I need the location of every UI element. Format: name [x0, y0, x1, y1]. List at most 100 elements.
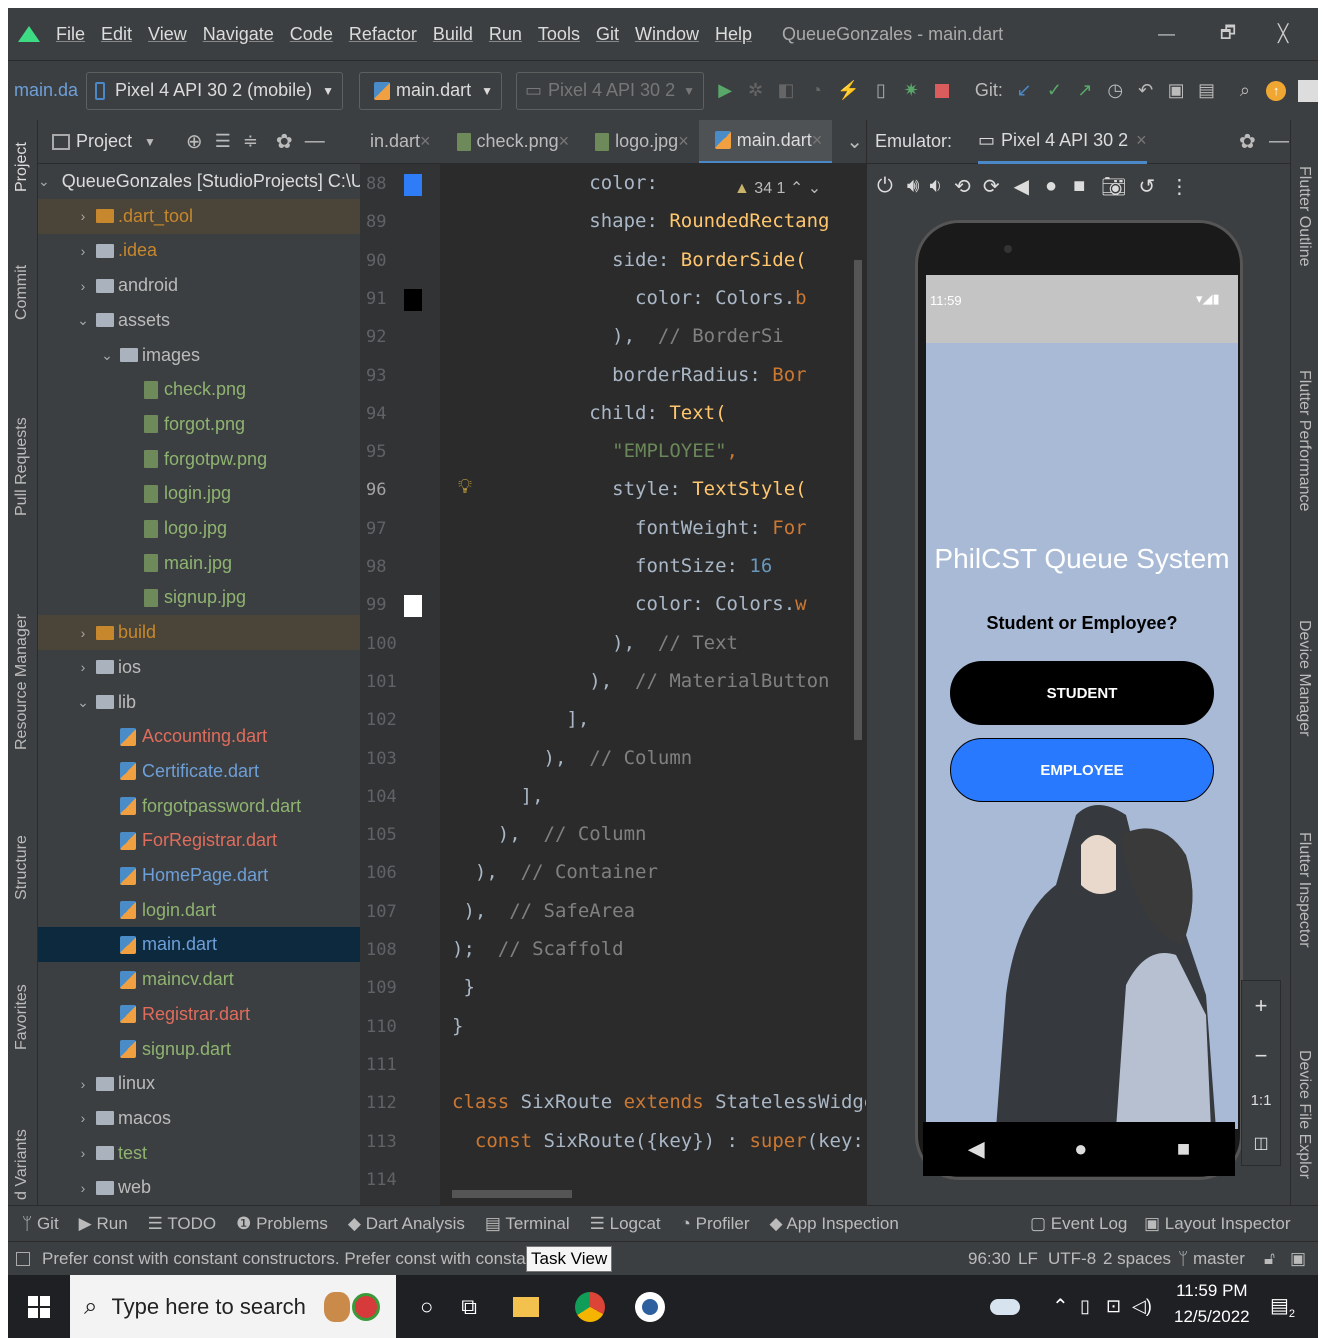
- overview-icon[interactable]: ■: [1073, 175, 1085, 198]
- tree-item[interactable]: › build: [38, 615, 360, 651]
- close-button[interactable]: ╳: [1278, 24, 1288, 44]
- code-line[interactable]: ); // Scaffold: [452, 938, 624, 960]
- tree-item[interactable]: main.dart: [38, 927, 360, 963]
- zoom-ratio[interactable]: 1:1: [1251, 1092, 1272, 1109]
- zoom-in-icon[interactable]: +: [1255, 993, 1268, 1019]
- code-line[interactable]: }: [452, 976, 474, 998]
- emulator-device-tab[interactable]: ▭ Pixel 4 API 30 2 ×: [978, 120, 1147, 164]
- tree-item[interactable]: ⌄ images: [38, 338, 360, 373]
- file-explorer-icon[interactable]: [513, 1296, 540, 1317]
- expand-arrow-icon[interactable]: ›: [76, 1110, 90, 1126]
- task-view-icon[interactable]: ⧉: [461, 1294, 477, 1320]
- more-icon[interactable]: ⋮: [1169, 174, 1189, 199]
- event-log-tab[interactable]: ▢ Event Log: [1030, 1214, 1127, 1234]
- fit-screen-icon[interactable]: ◫: [1253, 1133, 1268, 1153]
- caret-position[interactable]: 96:30: [968, 1249, 1011, 1269]
- menu-tools[interactable]: Tools: [538, 24, 580, 45]
- student-button[interactable]: STUDENT: [950, 661, 1214, 725]
- lightbulb-icon[interactable]: 💡︎: [458, 476, 472, 499]
- expand-all-icon[interactable]: ☰: [215, 131, 231, 152]
- volume-icon[interactable]: ◁): [1132, 1296, 1152, 1317]
- chrome-icon[interactable]: [575, 1291, 606, 1322]
- inspection-widget[interactable]: ▲ 34 1 ⌃ ⌄: [730, 176, 826, 200]
- git-update-icon[interactable]: ↙: [1015, 80, 1033, 102]
- tool-flutter-inspector[interactable]: Flutter Inspector: [1295, 832, 1313, 948]
- project-view-selector[interactable]: Project: [76, 131, 132, 152]
- menu-run[interactable]: Run: [489, 24, 522, 45]
- zoom-out-icon[interactable]: −: [1255, 1043, 1268, 1069]
- tree-item[interactable]: login.jpg: [38, 476, 360, 511]
- tray-expand-icon[interactable]: ⌃: [1052, 1294, 1069, 1319]
- code-line[interactable]: shape: RoundedRectang: [452, 210, 829, 232]
- tree-item[interactable]: Registrar.dart: [38, 997, 360, 1032]
- expand-arrow-icon[interactable]: ⌄: [38, 173, 50, 190]
- color-swatch-icon[interactable]: [404, 595, 422, 618]
- tree-item[interactable]: forgot.png: [38, 407, 360, 442]
- code-line[interactable]: const SixRoute({key}) : super(key: key): [452, 1130, 866, 1152]
- chevron-down-icon[interactable]: ▼: [144, 135, 156, 149]
- menu-code[interactable]: Code: [290, 24, 333, 45]
- tool-device-file-explorer[interactable]: Device File Explor: [1295, 1050, 1313, 1179]
- code-line[interactable]: ), // Column: [452, 747, 693, 769]
- gear-icon[interactable]: ✿: [1239, 129, 1256, 154]
- hide-icon[interactable]: —: [305, 130, 325, 153]
- tool-tab-problems[interactable]: ❶ Problems: [236, 1214, 328, 1234]
- code-line[interactable]: color: Colors.w: [452, 593, 807, 615]
- code-line[interactable]: fontSize: 16: [452, 555, 772, 577]
- tree-item[interactable]: › web: [38, 1170, 360, 1205]
- tool-commit[interactable]: Commit: [13, 265, 31, 320]
- coverage-icon[interactable]: ◧: [777, 80, 795, 102]
- volume-up-icon[interactable]: 🔊︎: [907, 175, 920, 198]
- debug-icon[interactable]: ✲: [746, 80, 764, 102]
- nav-home-icon[interactable]: ●: [1074, 1136, 1087, 1162]
- run-icon[interactable]: ▶: [716, 80, 734, 102]
- expand-arrow-icon[interactable]: ›: [76, 1076, 90, 1092]
- tree-item[interactable]: Accounting.dart: [38, 719, 360, 754]
- back-icon[interactable]: ◀: [1014, 174, 1029, 199]
- code-line[interactable]: ), // Text: [452, 632, 738, 654]
- menu-edit[interactable]: Edit: [101, 24, 132, 45]
- menu-view[interactable]: View: [148, 24, 187, 45]
- onedrive-icon[interactable]: [990, 1298, 1020, 1315]
- memory-icon[interactable]: ▣: [1290, 1249, 1306, 1269]
- indent-setting[interactable]: 2 spaces: [1103, 1249, 1171, 1269]
- tool-tab-run[interactable]: ▶ Run: [79, 1214, 128, 1234]
- attach-debugger-icon[interactable]: ✷: [902, 80, 920, 102]
- code-line[interactable]: class SixRoute extends StatelessWidget {: [452, 1091, 866, 1113]
- tool-build-variants[interactable]: d Variants: [13, 1129, 31, 1200]
- menu-help[interactable]: Help: [715, 24, 752, 45]
- windows-start-icon[interactable]: [8, 1295, 70, 1318]
- tree-item[interactable]: forgotpw.png: [38, 442, 360, 477]
- tree-item[interactable]: check.png: [38, 372, 360, 407]
- expand-arrow-icon[interactable]: ›: [76, 243, 90, 259]
- avd-manager-icon[interactable]: ▣: [1167, 80, 1185, 102]
- code-line[interactable]: ],: [452, 785, 544, 807]
- tool-favorites[interactable]: Favorites: [13, 984, 31, 1050]
- tool-tab-logcat[interactable]: ☰ Logcat: [590, 1214, 661, 1234]
- nav-back-icon[interactable]: ◀: [968, 1136, 985, 1162]
- expand-arrow-icon[interactable]: ⌄: [76, 694, 90, 711]
- code-line[interactable]: child: Text(: [452, 402, 726, 424]
- tree-item[interactable]: › android: [38, 268, 360, 303]
- tool-flutter-performance[interactable]: Flutter Performance: [1295, 370, 1313, 511]
- close-icon[interactable]: ×: [559, 131, 570, 152]
- tool-project[interactable]: Project: [13, 142, 31, 192]
- tree-item[interactable]: ⌄ lib: [38, 685, 360, 720]
- tree-item[interactable]: signup.jpg: [38, 580, 360, 615]
- stop-icon[interactable]: [932, 80, 950, 102]
- menu-build[interactable]: Build: [433, 24, 473, 45]
- restore-button[interactable]: 🗗: [1220, 20, 1236, 49]
- code-line[interactable]: ), // BorderSi: [452, 325, 784, 347]
- volume-down-icon[interactable]: 🔉︎: [929, 175, 942, 198]
- tree-item[interactable]: ⌄ assets: [38, 303, 360, 338]
- tree-item[interactable]: › macos: [38, 1101, 360, 1136]
- employee-button[interactable]: EMPLOYEE: [950, 738, 1214, 802]
- tree-item[interactable]: signup.dart: [38, 1032, 360, 1067]
- code-line[interactable]: fontWeight: For: [452, 517, 807, 539]
- code-line[interactable]: ), // Column: [452, 823, 647, 845]
- tree-item[interactable]: ⌄ QueueGonzales [StudioProjects] C:\U: [38, 164, 360, 199]
- tree-item[interactable]: HomePage.dart: [38, 858, 360, 893]
- horizontal-scrollbar[interactable]: [452, 1190, 572, 1198]
- camera-icon[interactable]: 📷︎: [1101, 174, 1126, 199]
- collapse-all-icon[interactable]: ≑: [243, 131, 258, 152]
